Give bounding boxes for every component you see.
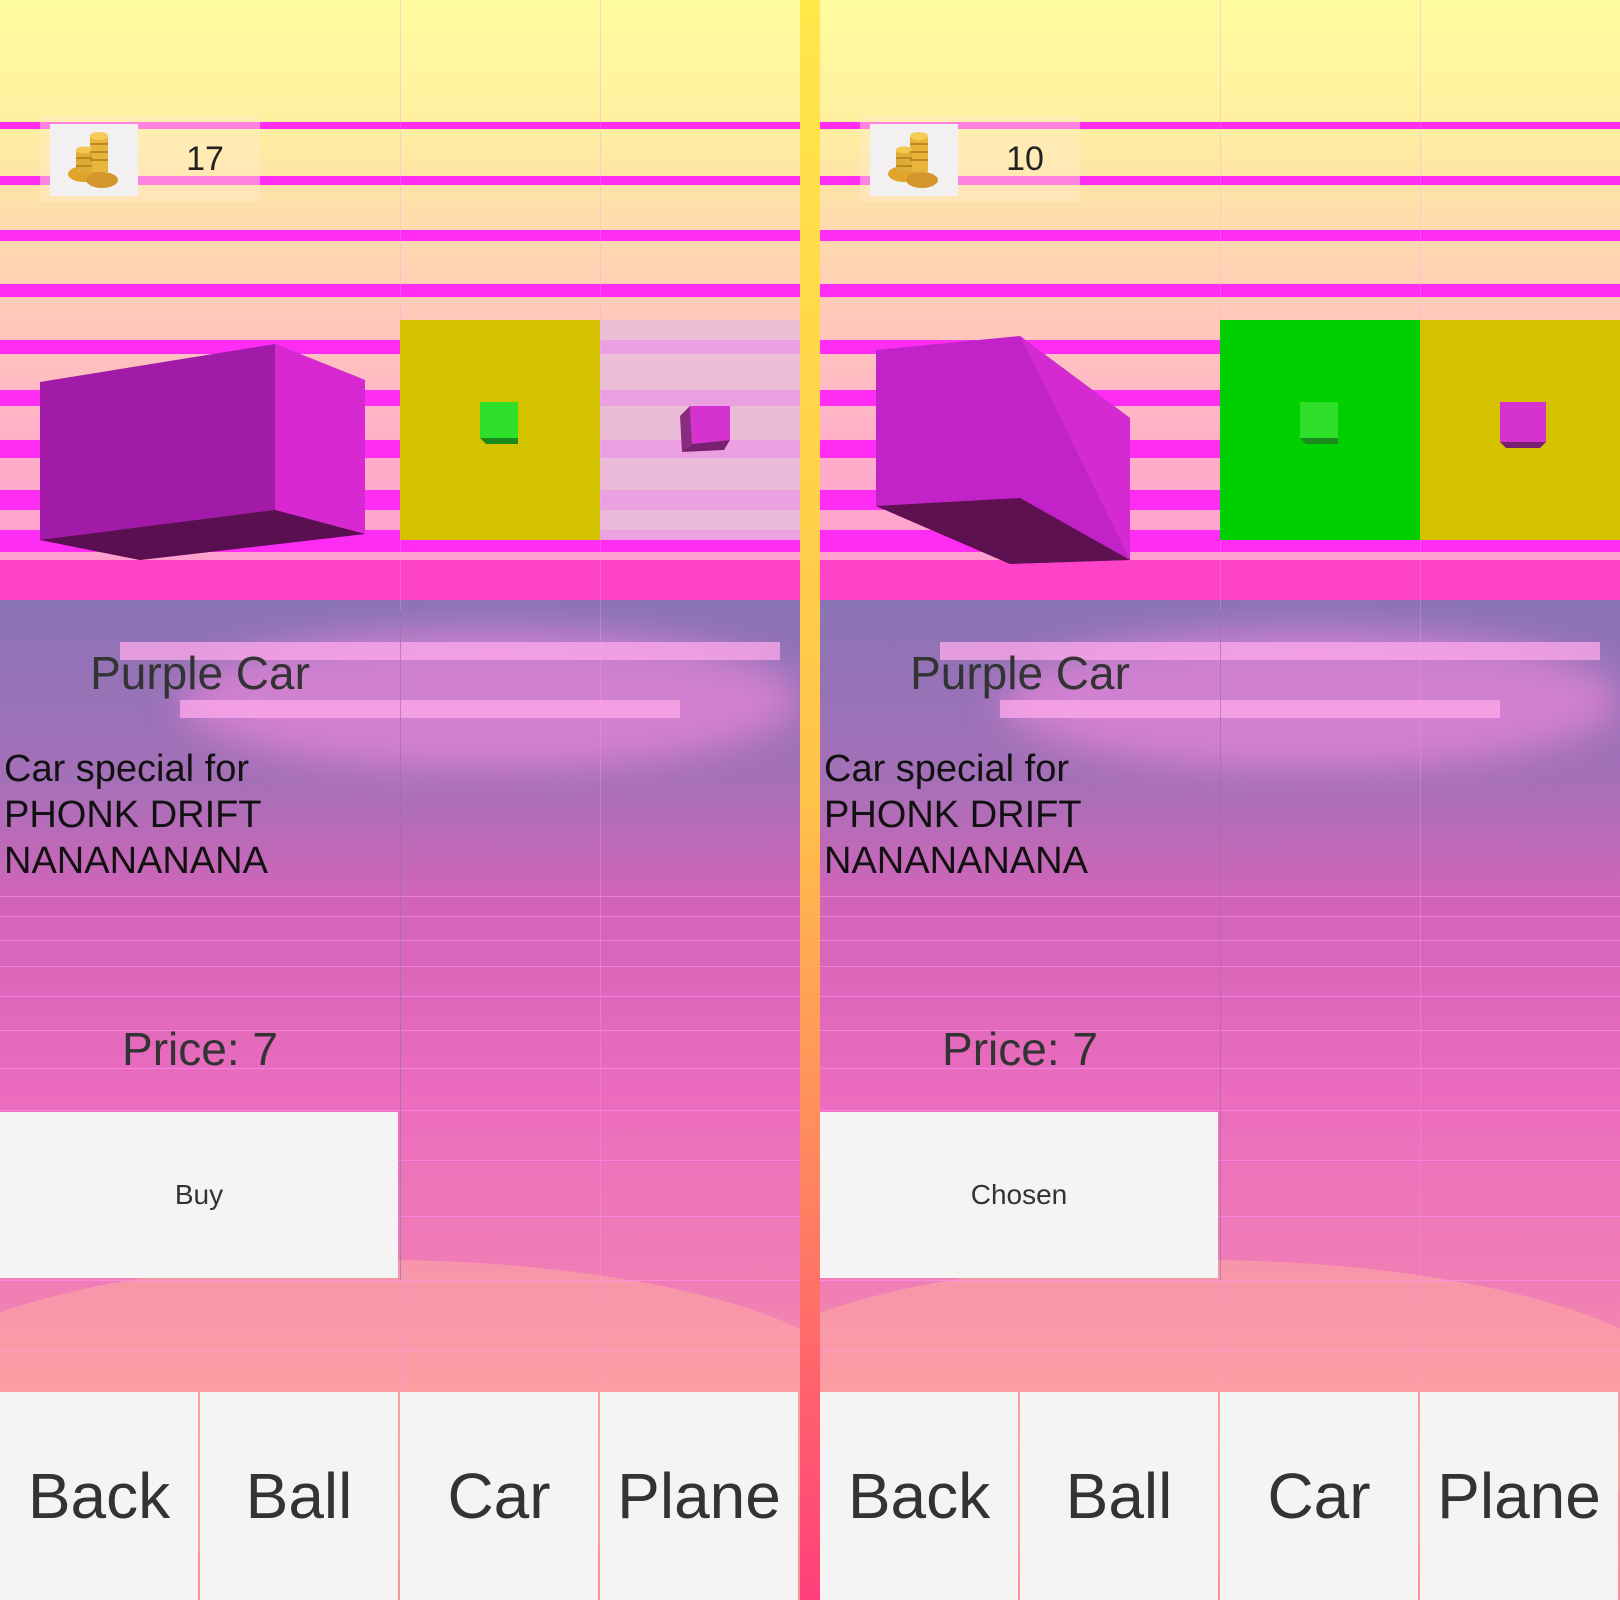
item-card-locked[interactable] [600, 320, 800, 540]
item-card-purple-car[interactable] [400, 320, 600, 540]
item-card-purple-car[interactable] [1420, 320, 1620, 540]
coin-counter: 17 [40, 116, 260, 202]
purple-cube-icon [680, 402, 730, 452]
coin-counter: 10 [860, 116, 1080, 202]
product-description: Car special for PHONK DRIFT NANANANANA [4, 748, 268, 882]
buy-button[interactable]: Buy [0, 1112, 398, 1278]
car-preview [30, 330, 370, 570]
tab-ball[interactable]: Ball [200, 1392, 398, 1600]
product-price: Price: 7 [942, 1023, 1098, 1075]
product-description: Car special for PHONK DRIFT NANANANANA [824, 748, 1088, 882]
tab-car[interactable]: Car [400, 1392, 598, 1600]
green-cube-icon [480, 402, 518, 444]
back-button[interactable]: Back [0, 1392, 198, 1600]
screenshot-divider [800, 0, 820, 1600]
purple-cube-icon [1500, 402, 1546, 448]
category-tabs: Back Ball Car Plane [0, 1392, 800, 1600]
product-title: Purple Car [910, 647, 1130, 699]
shop-panel-right: 10 Purple Car Car special for PHONK DRIF… [820, 0, 1620, 1600]
tab-plane[interactable]: Plane [1420, 1392, 1618, 1600]
back-button[interactable]: Back [820, 1392, 1018, 1600]
coin-count: 10 [1006, 139, 1044, 178]
item-card-owned[interactable] [1220, 320, 1420, 540]
gold-coins-icon [870, 124, 958, 196]
shop-panel-left: 17 Purple Car Car special for PHONK DRIF… [0, 0, 800, 1600]
product-title: Purple Car [90, 647, 310, 699]
green-cube-icon [1300, 402, 1338, 444]
coin-count: 17 [186, 139, 224, 178]
gold-coins-icon [50, 124, 138, 196]
category-tabs: Back Ball Car Plane [820, 1392, 1620, 1600]
tab-car[interactable]: Car [1220, 1392, 1418, 1600]
chosen-button[interactable]: Chosen [820, 1112, 1218, 1278]
product-price: Price: 7 [122, 1023, 278, 1075]
tab-ball[interactable]: Ball [1020, 1392, 1218, 1600]
car-preview [870, 330, 1190, 570]
tab-plane[interactable]: Plane [600, 1392, 798, 1600]
